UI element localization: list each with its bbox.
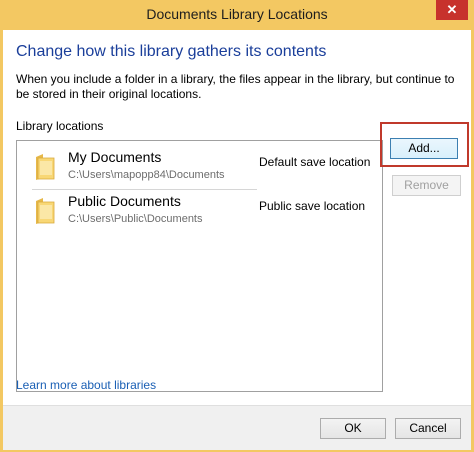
dialog-footer: OK Cancel — [3, 405, 471, 450]
close-button[interactable]: ✕ — [436, 0, 468, 20]
list-item[interactable]: My Documents C:\Users\mapopp84\Documents… — [17, 145, 382, 190]
add-button[interactable]: Add... — [390, 138, 458, 159]
folder-icon — [36, 198, 55, 224]
learn-more-link[interactable]: Learn more about libraries — [16, 378, 156, 392]
list-item[interactable]: Public Documents C:\Users\Public\Documen… — [17, 189, 382, 233]
ok-button[interactable]: OK — [320, 418, 386, 439]
location-name: Public Documents — [68, 193, 181, 209]
location-save-tag: Default save location — [259, 155, 371, 169]
library-locations-label: Library locations — [16, 119, 104, 133]
location-path: C:\Users\mapopp84\Documents — [68, 169, 225, 181]
dialog-body: Change how this library gathers its cont… — [3, 30, 471, 450]
close-icon: ✕ — [446, 2, 458, 17]
window-title: Documents Library Locations — [146, 6, 328, 22]
remove-button[interactable]: Remove — [392, 175, 461, 196]
location-name: My Documents — [68, 149, 162, 165]
title-bar[interactable]: Documents Library Locations ✕ — [0, 0, 474, 30]
dialog-heading: Change how this library gathers its cont… — [16, 43, 327, 60]
cancel-button[interactable]: Cancel — [395, 418, 461, 439]
location-path: C:\Users\Public\Documents — [68, 213, 203, 225]
library-locations-list[interactable]: My Documents C:\Users\mapopp84\Documents… — [16, 140, 383, 392]
location-save-tag: Public save location — [259, 199, 366, 213]
dialog-description: When you include a folder in a library, … — [16, 72, 455, 101]
folder-icon — [36, 154, 55, 180]
dialog-window: Documents Library Locations ✕ Change how… — [0, 0, 474, 452]
